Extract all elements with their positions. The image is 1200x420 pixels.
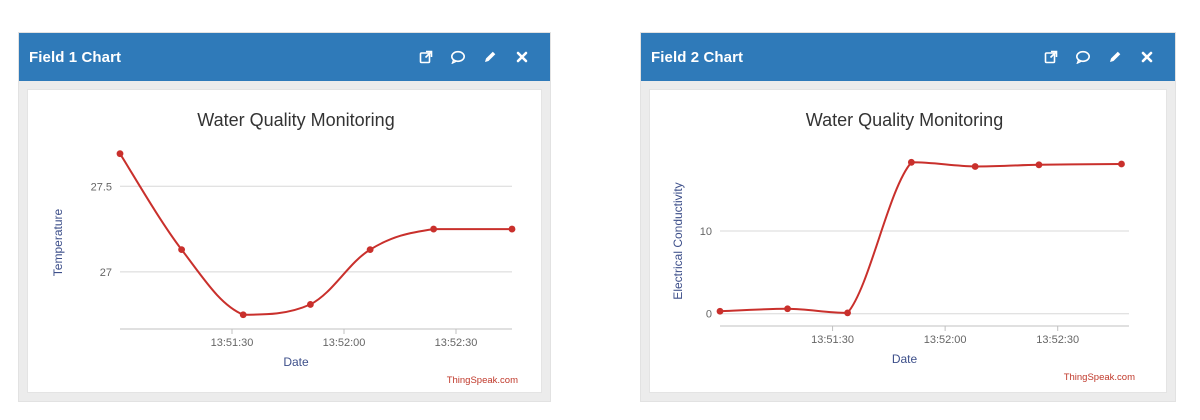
panel-header: Field 2 Chart xyxy=(641,33,1175,81)
conductivity-line-chart: Water Quality Monitoring 0 10 13:51:30 13:52… xyxy=(671,110,1135,383)
data-point xyxy=(116,150,124,158)
chart-credit: ThingSpeak.com xyxy=(1064,372,1135,383)
data-point xyxy=(178,246,186,254)
data-point xyxy=(844,309,851,317)
x-tick-label: 13:52:00 xyxy=(323,337,366,349)
chart-credit: ThingSpeak.com xyxy=(447,375,518,386)
y-axis-label: Temperature xyxy=(51,208,65,276)
data-point xyxy=(239,311,247,319)
field-1-chart-panel: Field 1 Chart Water Quality Monitoring 27… xyxy=(18,32,551,402)
data-point xyxy=(907,158,915,166)
temperature-line-chart: Water Quality Monitoring 27 27.5 13:51:30 13… xyxy=(51,110,518,386)
panel-tools xyxy=(1035,43,1163,71)
pencil-icon[interactable] xyxy=(474,43,506,71)
x-tick-label: 13:52:00 xyxy=(924,334,967,346)
panel-tools xyxy=(410,43,538,71)
data-point xyxy=(1035,161,1043,169)
chart-area: Water Quality Monitoring 27 27.5 13:51:30 13… xyxy=(27,89,542,393)
x-axis-label: Date xyxy=(892,352,918,366)
comment-icon[interactable] xyxy=(1067,43,1099,71)
series-line xyxy=(719,161,1122,314)
external-link-icon[interactable] xyxy=(410,43,442,71)
y-axis-label: Electrical Conductivity xyxy=(671,182,685,299)
x-tick-label: 13:52:30 xyxy=(435,337,478,349)
series-line xyxy=(119,153,512,316)
x-tick-label: 13:51:30 xyxy=(811,334,854,346)
chart-area: Water Quality Monitoring 0 10 13:51:30 13:52… xyxy=(649,89,1167,393)
field-2-chart-panel: Field 2 Chart Water Quality Monitoring 0 1… xyxy=(640,32,1176,402)
external-link-icon[interactable] xyxy=(1035,43,1067,71)
data-point xyxy=(307,301,314,308)
y-tick-label: 10 xyxy=(700,226,712,238)
data-point xyxy=(430,225,437,233)
pencil-icon[interactable] xyxy=(1099,43,1131,71)
data-point xyxy=(366,246,374,254)
data-point xyxy=(971,163,979,170)
panel-title: Field 1 Chart xyxy=(29,48,122,66)
panel-header: Field 1 Chart xyxy=(19,33,550,81)
data-point xyxy=(1118,160,1125,168)
y-tick-label: 27 xyxy=(100,267,112,279)
close-icon[interactable] xyxy=(1131,43,1163,71)
data-point xyxy=(508,225,516,233)
data-point xyxy=(784,305,791,313)
y-tick-label: 0 xyxy=(706,309,712,321)
data-point xyxy=(716,307,724,315)
close-icon[interactable] xyxy=(506,43,538,71)
x-tick-label: 13:51:30 xyxy=(211,337,254,349)
x-tick-label: 13:52:30 xyxy=(1036,334,1079,346)
chart-title: Water Quality Monitoring xyxy=(806,110,1003,130)
x-axis-label: Date xyxy=(283,355,309,369)
comment-icon[interactable] xyxy=(442,43,474,71)
panel-title: Field 2 Chart xyxy=(651,48,744,66)
chart-title: Water Quality Monitoring xyxy=(197,110,394,130)
y-tick-label: 27.5 xyxy=(91,181,112,193)
